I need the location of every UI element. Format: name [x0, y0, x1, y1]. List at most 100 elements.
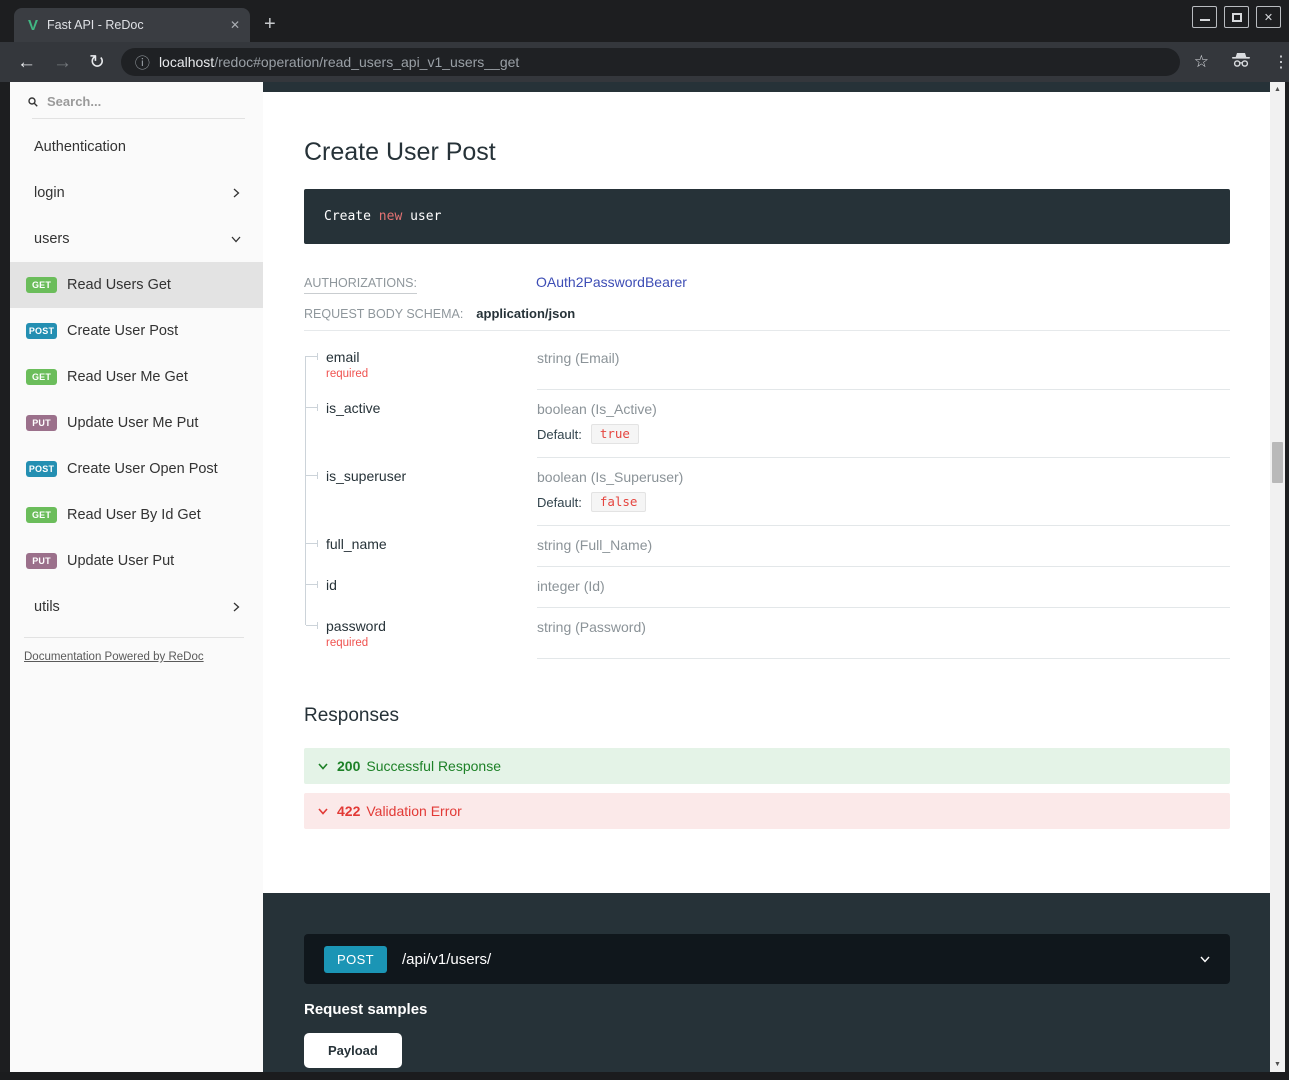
page-scrollbar[interactable]: ▲ ▼	[1270, 82, 1285, 1072]
operation-title: Create User Post	[304, 138, 1230, 167]
request-body-schema: email required string (Email) is_active …	[304, 339, 1230, 659]
scrollbar-down-arrow[interactable]: ▼	[1270, 1057, 1285, 1072]
tab-close-icon[interactable]: ✕	[230, 18, 240, 32]
method-badge-get: GET	[26, 507, 57, 523]
url-bar[interactable]: ⓘ localhost/redoc#operation/read_users_a…	[121, 48, 1180, 76]
default-label: Default:	[537, 427, 582, 442]
search-divider	[32, 118, 245, 119]
field-type: string (Full_Name)	[537, 537, 1230, 553]
sidebar-item-create-user-open-post[interactable]: POST Create User Open Post	[10, 446, 263, 492]
field-required-flag: required	[326, 368, 537, 380]
new-tab-button[interactable]: +	[264, 14, 276, 34]
field-name[interactable]: id	[326, 577, 537, 593]
description-code: new	[379, 209, 402, 224]
schema-row-full-name: full_name string (Full_Name)	[304, 526, 1230, 567]
request-body-schema-label: REQUEST BODY SCHEMA:	[304, 307, 463, 321]
schema-row-password: password required string (Password)	[304, 608, 1230, 659]
field-type: integer (Id)	[537, 578, 1230, 594]
redoc-footer-link[interactable]: Documentation Powered by ReDoc	[24, 651, 204, 663]
page-viewport: Authentication login users GET Read User…	[10, 82, 1285, 1072]
endpoint-dropdown[interactable]: POST /api/v1/users/	[304, 934, 1230, 984]
browser-tab[interactable]: V Fast API - ReDoc ✕	[14, 8, 250, 42]
window-minimize-button[interactable]	[1192, 6, 1217, 28]
method-badge-put: PUT	[26, 415, 57, 431]
response-200-row[interactable]: 200 Successful Response	[304, 748, 1230, 784]
response-code: 422	[337, 803, 360, 819]
menu-kebab-icon[interactable]: ⋮	[1273, 52, 1289, 72]
chevron-down-icon	[231, 234, 241, 244]
main-content: Create User Post Create new user AUTHORI…	[263, 82, 1270, 1072]
response-label: Successful Response	[366, 758, 501, 774]
field-name[interactable]: is_superuser	[326, 468, 537, 484]
url-path: /redoc#operation/read_users_api_v1_users…	[214, 54, 519, 70]
chevron-down-icon	[1200, 954, 1210, 964]
bookmark-star-icon[interactable]: ☆	[1194, 52, 1209, 72]
page-info-icon[interactable]: ⓘ	[135, 52, 150, 73]
previous-section-edge	[263, 82, 1270, 92]
http-method-badge: POST	[324, 946, 387, 973]
sidebar: Authentication login users GET Read User…	[10, 82, 263, 1072]
payload-tab[interactable]: Payload	[304, 1033, 402, 1068]
chevron-down-icon	[318, 761, 328, 771]
sidebar-item-login[interactable]: login	[10, 170, 263, 216]
field-name[interactable]: email	[326, 349, 537, 365]
schema-row-is-active: is_active boolean (Is_Active) Default: tr…	[304, 390, 1230, 458]
endpoint-path: /api/v1/users/	[402, 951, 491, 968]
authorizations-label: AUTHORIZATIONS:	[304, 276, 417, 294]
method-badge-put: PUT	[26, 553, 57, 569]
scrollbar-thumb[interactable]	[1272, 442, 1283, 483]
window-maximize-button[interactable]	[1224, 6, 1249, 28]
schema-divider	[304, 330, 1230, 331]
field-type: string (Email)	[537, 350, 1230, 366]
reload-icon[interactable]: ↻	[89, 53, 105, 72]
incognito-icon	[1231, 52, 1251, 73]
method-badge-get: GET	[26, 369, 57, 385]
oauth-security-link[interactable]: OAuth2PasswordBearer	[536, 274, 687, 290]
request-samples-title: Request samples	[304, 1001, 1270, 1018]
sidebar-item-read-users-get[interactable]: GET Read Users Get	[10, 262, 263, 308]
forward-icon[interactable]: →	[53, 53, 72, 72]
sidebar-divider	[24, 637, 244, 638]
sidebar-item-create-user-post[interactable]: POST Create User Post	[10, 308, 263, 354]
method-badge-post: POST	[26, 461, 57, 477]
field-required-flag: required	[326, 637, 537, 649]
search-input[interactable]	[47, 94, 227, 109]
chevron-right-icon	[231, 188, 241, 198]
response-422-row[interactable]: 422 Validation Error	[304, 793, 1230, 829]
chevron-down-icon	[318, 806, 328, 816]
responses-title: Responses	[304, 705, 1230, 727]
schema-row-is-superuser: is_superuser boolean (Is_Superuser) Defa…	[304, 458, 1230, 526]
window-bottom-border	[0, 1072, 1289, 1080]
sidebar-item-utils[interactable]: utils	[10, 584, 263, 630]
sidebar-item-read-user-me-get[interactable]: GET Read User Me Get	[10, 354, 263, 400]
default-value-badge: true	[591, 424, 639, 444]
search-icon	[28, 97, 38, 107]
url-text: localhost/redoc#operation/read_users_api…	[159, 54, 519, 70]
sidebar-item-read-user-by-id-get[interactable]: GET Read User By Id Get	[10, 492, 263, 538]
scrollbar-up-arrow[interactable]: ▲	[1270, 82, 1285, 97]
back-icon[interactable]: ←	[17, 53, 36, 72]
sidebar-item-update-user-me-put[interactable]: PUT Update User Me Put	[10, 400, 263, 446]
description-text: Create	[324, 209, 379, 224]
field-name[interactable]: password	[326, 618, 537, 634]
browser-toolbar: ← → ↻ ⓘ localhost/redoc#operation/read_u…	[0, 42, 1289, 82]
browser-tab-bar: V Fast API - ReDoc ✕ + ✕	[0, 0, 1289, 42]
favicon-icon: V	[28, 18, 38, 33]
sidebar-item-authentication[interactable]: Authentication	[10, 124, 263, 170]
schema-row-email: email required string (Email)	[304, 339, 1230, 390]
schema-row-id: id integer (Id)	[304, 567, 1230, 608]
sidebar-item-users[interactable]: users	[10, 216, 263, 262]
tab-title: Fast API - ReDoc	[47, 18, 222, 32]
response-code: 200	[337, 758, 360, 774]
response-label: Validation Error	[366, 803, 461, 819]
sidebar-item-update-user-put[interactable]: PUT Update User Put	[10, 538, 263, 584]
field-name[interactable]: full_name	[326, 536, 537, 552]
field-type: boolean (Is_Active)	[537, 401, 1230, 417]
method-badge-get: GET	[26, 277, 57, 293]
operation-description-box: Create new user	[304, 189, 1230, 244]
chevron-right-icon	[231, 602, 241, 612]
default-value-badge: false	[591, 492, 647, 512]
window-close-button[interactable]: ✕	[1256, 6, 1281, 28]
field-name[interactable]: is_active	[326, 400, 537, 416]
method-badge-post: POST	[26, 323, 57, 339]
